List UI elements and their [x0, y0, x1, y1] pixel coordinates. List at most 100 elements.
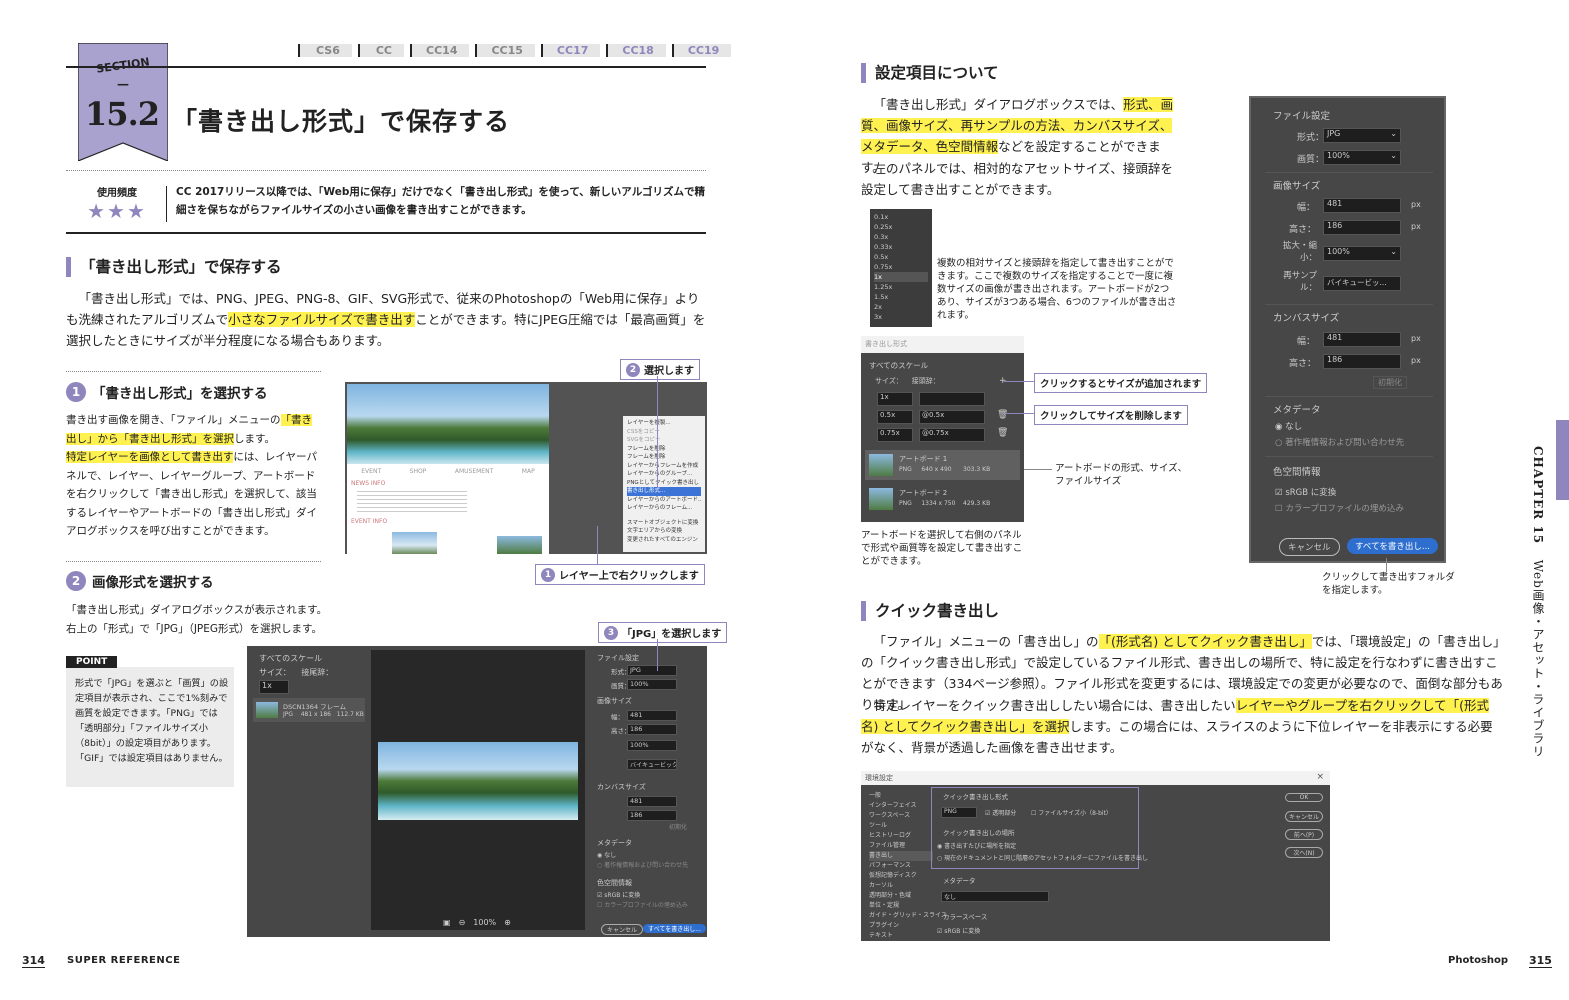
scale-option[interactable]: 3x: [874, 312, 928, 322]
meta-copy-radio[interactable]: ○ 著作権情報および問い合わせ先: [1275, 436, 1404, 448]
scale-dropdown[interactable]: 0.1x 0.25x 0.3x 0.33x 0.5x 0.75x 1x 1.25…: [870, 209, 932, 327]
scale-select[interactable]: 0.5x: [877, 410, 913, 424]
artboard-row[interactable]: アートボード 1 PNG 640 x 490 303.3 KB: [865, 450, 1020, 480]
scale-option[interactable]: 1.5x: [874, 292, 928, 302]
prefs-nav-item[interactable]: ファイル管理: [869, 841, 933, 851]
zoom-in-icon[interactable]: ⊕: [504, 918, 511, 927]
prefix-field[interactable]: [919, 392, 985, 406]
reset-button[interactable]: 初期化: [669, 822, 687, 831]
scale-option[interactable]: 0.75x: [874, 262, 928, 272]
format-select[interactable]: JPG: [627, 665, 677, 676]
item-row[interactable]: DSCN1364 フレーム JPG 481 x 186 112.7 KB: [253, 698, 365, 722]
small-file-checkbox[interactable]: ☐ ファイルサイズ小（8-bit）: [1031, 808, 1112, 817]
close-icon[interactable]: ×: [1316, 772, 1324, 782]
menu-item[interactable]: レイヤーからのグループ...: [627, 470, 701, 479]
scale-option[interactable]: 0.1x: [874, 212, 928, 222]
menu-item[interactable]: 文字エリアからの変換: [627, 527, 701, 536]
prefix-field[interactable]: @0.5x: [919, 410, 985, 424]
menu-item[interactable]: CSSをコピー: [627, 428, 701, 437]
prev-button[interactable]: 前へ(P): [1285, 829, 1323, 840]
canvas-height-field[interactable]: 186: [1323, 354, 1401, 369]
nav-item[interactable]: AMUSEMENT: [455, 468, 493, 475]
width-field[interactable]: 481: [1323, 198, 1401, 213]
prefs-nav-item[interactable]: 仮想記憶ディスク: [869, 871, 933, 881]
menu-item[interactable]: レイヤーからフレームを作成: [627, 462, 701, 471]
format-select[interactable]: JPG ⌄: [1323, 128, 1401, 143]
resample-select[interactable]: バイキュービッ...: [1323, 276, 1401, 291]
embed-profile-checkbox[interactable]: ☐ カラープロファイルの埋め込み: [1275, 502, 1404, 514]
menu-item[interactable]: PNGとしてクイック書き出し: [627, 479, 701, 488]
nav-item[interactable]: EVENT: [361, 468, 381, 475]
nav-item[interactable]: SHOP: [410, 468, 427, 475]
quality-select[interactable]: 100% ⌄: [1323, 150, 1401, 165]
scale-option[interactable]: 0.5x: [874, 252, 928, 262]
meta-none-radio[interactable]: ◉ なし: [597, 850, 616, 859]
embed-checkbox[interactable]: ☐ カラープロファイルの埋め込み: [597, 900, 688, 909]
prefs-nav-item[interactable]: ヒストリーログ: [869, 831, 933, 841]
prefs-nav-item[interactable]: ワークスペース: [869, 811, 933, 821]
scale-option[interactable]: 0.25x: [874, 222, 928, 232]
height-field[interactable]: 186: [1323, 220, 1401, 235]
meta-copy-radio[interactable]: ○ 著作権情報および問い合わせ先: [597, 860, 688, 869]
artboard-row[interactable]: アートボード 2 PNG 1334 x 750 429.3 KB: [865, 484, 1020, 514]
menu-item[interactable]: SVGをコピー: [627, 436, 701, 445]
menu-item[interactable]: スマートオブジェクトに変換: [627, 519, 701, 528]
export-all-button[interactable]: すべてを書き出し...: [1347, 538, 1439, 554]
menu-item[interactable]: レイヤーからのフレーム...: [627, 504, 701, 513]
scale-select[interactable]: 0.75x: [877, 428, 913, 442]
prefs-srgb-checkbox[interactable]: ☑ sRGB に変換: [937, 926, 980, 935]
quality-select[interactable]: 100%: [627, 679, 677, 690]
resample-select[interactable]: バイキュービック: [627, 759, 677, 770]
quick-format-select[interactable]: PNG: [941, 807, 977, 818]
context-menu[interactable]: レイヤーを複製... CSSをコピー SVGをコピー フレームを削除 フレームを…: [623, 416, 705, 552]
canvas-height-field[interactable]: 186: [627, 810, 677, 821]
scale-option[interactable]: 0.33x: [874, 242, 928, 252]
scale-select[interactable]: 1x: [877, 392, 913, 406]
ok-button[interactable]: OK: [1285, 793, 1323, 802]
transparent-checkbox[interactable]: ☑ 透明部分: [985, 808, 1016, 817]
location-radio-ask[interactable]: ◉ 書き出すたびに場所を指定: [937, 841, 1016, 850]
width-field[interactable]: 481: [627, 710, 677, 721]
canvas-width-field[interactable]: 481: [1323, 332, 1401, 347]
zoom-out-icon[interactable]: ⊖: [459, 918, 466, 927]
prefs-nav-item[interactable]: ガイド・グリッド・スライス: [869, 911, 947, 921]
menu-item[interactable]: フレームを削除: [627, 453, 701, 462]
menu-item-export-as[interactable]: 書き出し形式...: [627, 487, 701, 496]
scale-option[interactable]: 2x: [874, 302, 928, 312]
menu-item[interactable]: レイヤーを複製...: [627, 419, 701, 428]
canvas-width-field[interactable]: 481: [627, 796, 677, 807]
prefs-nav-item[interactable]: 透明部分・色域: [869, 891, 933, 901]
fit-icon[interactable]: ▣: [443, 918, 451, 927]
srgb-checkbox[interactable]: ☑ sRGB に変換: [1275, 486, 1336, 498]
scale-option-selected[interactable]: 1x: [874, 272, 928, 282]
scale-select[interactable]: 100% ⌄: [1323, 246, 1401, 261]
prefs-nav-item[interactable]: インターフェイス: [869, 801, 933, 811]
height-field[interactable]: 186: [627, 724, 677, 735]
cancel-button[interactable]: キャンセル: [1279, 538, 1340, 556]
scale-select[interactable]: 100%: [627, 740, 677, 751]
prefs-meta-select[interactable]: なし: [941, 891, 1049, 902]
prefix-field[interactable]: @0.75x: [919, 428, 985, 442]
cancel-button[interactable]: キャンセル: [1285, 811, 1323, 822]
prefs-nav-item[interactable]: プラグイン: [869, 921, 933, 931]
menu-item[interactable]: フレームを削除: [627, 445, 701, 454]
prefs-nav-item[interactable]: 一般: [869, 791, 933, 801]
scale-select[interactable]: 1x: [259, 680, 289, 694]
menu-item[interactable]: レイヤーからのアートボード...: [627, 496, 701, 505]
cancel-button[interactable]: キャンセル: [601, 924, 644, 935]
prefs-nav-item[interactable]: 単位・定規: [869, 901, 933, 911]
nav-item[interactable]: MAP: [522, 468, 535, 475]
next-button[interactable]: 次へ(N): [1285, 847, 1323, 858]
meta-none-radio[interactable]: ◉ なし: [1275, 420, 1302, 432]
delete-size-icon[interactable]: 🗑: [997, 410, 1008, 420]
reset-button[interactable]: 初期化: [1373, 376, 1407, 389]
delete-size-icon[interactable]: 🗑: [997, 428, 1008, 438]
export-all-button[interactable]: すべてを書き出し...: [643, 924, 706, 933]
prefs-nav-item-export[interactable]: 書き出し: [869, 851, 933, 861]
prefs-nav-item[interactable]: ツール: [869, 821, 933, 831]
prefs-nav-item[interactable]: パフォーマンス: [869, 861, 933, 871]
srgb-checkbox[interactable]: ☑ sRGB に変換: [597, 890, 640, 899]
prefs-nav-item[interactable]: テキスト: [869, 931, 933, 941]
location-radio-assets[interactable]: ○ 現在のドキュメントと同じ階層のアセットフォルダーにファイルを書き出し: [937, 853, 1148, 862]
scale-option[interactable]: 1.25x: [874, 282, 928, 292]
